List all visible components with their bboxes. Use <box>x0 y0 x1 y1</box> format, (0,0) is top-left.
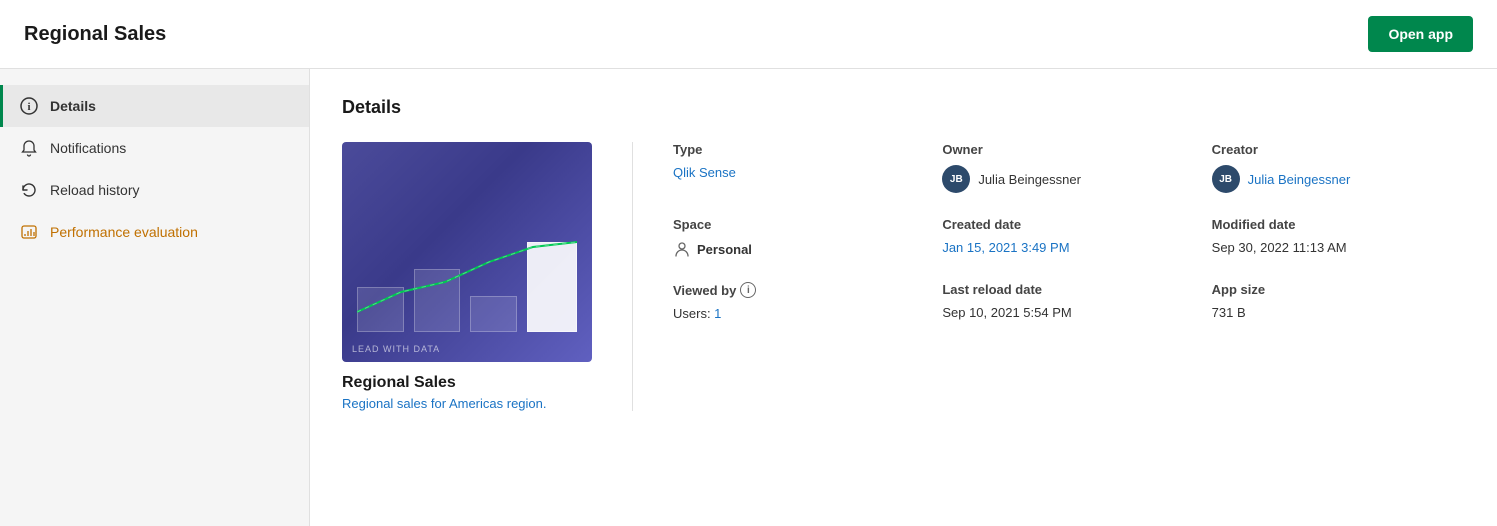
last-reload-value: Sep 10, 2021 5:54 PM <box>942 305 1195 320</box>
modified-date-label: Modified date <box>1212 217 1465 232</box>
app-description: Regional sales for Americas region. <box>342 396 592 411</box>
sidebar-item-notifications[interactable]: Notifications <box>0 127 309 169</box>
type-value[interactable]: Qlik Sense <box>673 165 926 180</box>
owner-value: JB Julia Beingessner <box>942 165 1195 193</box>
owner-label: Owner <box>942 142 1195 157</box>
type-label: Type <box>673 142 926 157</box>
sidebar-item-notifications-label: Notifications <box>50 140 126 156</box>
svg-text:i: i <box>27 101 30 113</box>
app-size-label: App size <box>1212 282 1465 297</box>
personal-space-icon <box>673 240 691 258</box>
viewed-by-label: Viewed by i <box>673 282 926 298</box>
app-thumbnail-image: LEAD WITH DATA <box>342 142 592 362</box>
app-thumbnail-section: LEAD WITH DATA Regional Sales Regional s… <box>342 142 592 411</box>
sidebar-item-performance-label: Performance evaluation <box>50 224 198 240</box>
open-app-button[interactable]: Open app <box>1368 16 1473 52</box>
details-grid: Type Qlik Sense Owner JB Julia Beingessn… <box>673 142 1465 411</box>
gauge-icon <box>20 223 38 241</box>
history-icon <box>20 181 38 199</box>
vertical-divider <box>632 142 633 411</box>
creator-avatar: JB <box>1212 165 1240 193</box>
modified-date-field: Modified date Sep 30, 2022 11:13 AM <box>1212 217 1465 258</box>
type-field: Type Qlik Sense <box>673 142 926 193</box>
sidebar: i Details Notifications Reload histo <box>0 69 310 526</box>
chart-trend-line <box>357 232 577 332</box>
created-date-label: Created date <box>942 217 1195 232</box>
created-date-value: Jan 15, 2021 3:49 PM <box>942 240 1195 255</box>
owner-avatar: JB <box>942 165 970 193</box>
app-name: Regional Sales <box>342 374 592 392</box>
thumbnail-lead-text: LEAD WITH DATA <box>352 344 440 354</box>
page-title: Regional Sales <box>24 23 166 46</box>
users-count: 1 <box>714 306 721 321</box>
sidebar-item-performance[interactable]: Performance evaluation <box>0 211 309 253</box>
sidebar-item-reload-label: Reload history <box>50 182 140 198</box>
sidebar-item-details-label: Details <box>50 98 96 114</box>
header: Regional Sales Open app <box>0 0 1497 69</box>
creator-value: JB Julia Beingessner <box>1212 165 1465 193</box>
app-size-value: 731 B <box>1212 305 1465 320</box>
info-circle-icon: i <box>20 97 38 115</box>
space-field: Space Personal <box>673 217 926 258</box>
content-title: Details <box>342 97 1465 118</box>
creator-label: Creator <box>1212 142 1465 157</box>
content-area: Details <box>310 69 1497 526</box>
last-reload-label: Last reload date <box>942 282 1195 297</box>
app-size-field: App size 731 B <box>1212 282 1465 321</box>
bell-icon <box>20 139 38 157</box>
creator-field: Creator JB Julia Beingessner <box>1212 142 1465 193</box>
modified-date-value: Sep 30, 2022 11:13 AM <box>1212 240 1465 255</box>
last-reload-field: Last reload date Sep 10, 2021 5:54 PM <box>942 282 1195 321</box>
owner-name: Julia Beingessner <box>978 172 1081 187</box>
users-value: Users: 1 <box>673 306 926 321</box>
space-label: Space <box>673 217 926 232</box>
details-layout: LEAD WITH DATA Regional Sales Regional s… <box>342 142 1465 411</box>
viewed-by-info-icon[interactable]: i <box>740 282 756 298</box>
creator-name: Julia Beingessner <box>1248 172 1351 187</box>
sidebar-item-reload-history[interactable]: Reload history <box>0 169 309 211</box>
owner-field: Owner JB Julia Beingessner <box>942 142 1195 193</box>
main-layout: i Details Notifications Reload histo <box>0 69 1497 526</box>
space-value: Personal <box>673 240 926 258</box>
created-date-field: Created date Jan 15, 2021 3:49 PM <box>942 217 1195 258</box>
viewed-by-field: Viewed by i Users: 1 <box>673 282 926 321</box>
sidebar-item-details[interactable]: i Details <box>0 85 309 127</box>
space-name: Personal <box>697 242 752 257</box>
